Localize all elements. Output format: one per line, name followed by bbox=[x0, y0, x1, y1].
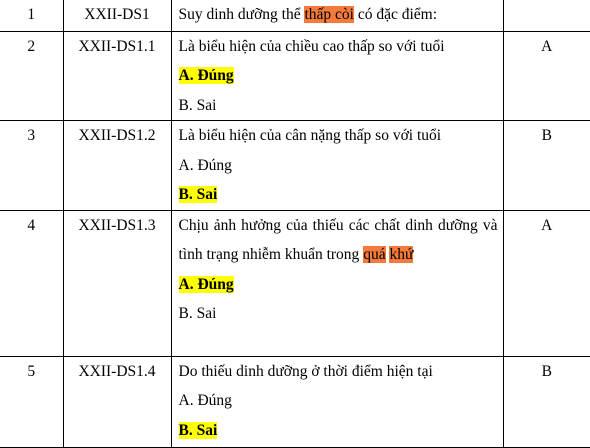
row-number: 5 bbox=[0, 355, 64, 448]
answer-key: A bbox=[502, 209, 590, 357]
option-b: B. Sai bbox=[178, 305, 217, 322]
row-number: 3 bbox=[0, 120, 64, 211]
table-row: 3 XXII-DS1.2 Là biểu hiện của cân nặng t… bbox=[0, 120, 590, 211]
question-statement: Do thiếu dinh dưỡng ở thời điểm hiện tại bbox=[178, 362, 433, 380]
option-a: A. Đúng bbox=[178, 61, 498, 91]
question-code: XXII-DS1.1 bbox=[62, 30, 172, 121]
option-a: A. Đúng bbox=[178, 270, 498, 300]
option-b: B. Sai bbox=[178, 96, 217, 114]
answer-key bbox=[502, 0, 590, 32]
table-row: 5 XXII-DS1.4 Do thiếu dinh dưỡng ở thời … bbox=[0, 355, 590, 448]
correct-option: B. Sai bbox=[178, 421, 218, 439]
question-statement: Chịu ảnh hưởng của thiếu các chất dinh d… bbox=[178, 216, 498, 263]
row-number: 4 bbox=[0, 209, 64, 357]
question-code: XXII-DS1.3 bbox=[62, 209, 172, 357]
row-number: 2 bbox=[0, 30, 64, 121]
highlighted-term: thấp còi bbox=[304, 6, 354, 23]
option-a: A. Đúng bbox=[178, 156, 232, 174]
option-b: B. Sai bbox=[178, 180, 498, 210]
answer-key: B bbox=[502, 120, 590, 211]
question-statement: Là biểu hiện của chiều cao thấp so với t… bbox=[178, 37, 445, 55]
correct-option: A. Đúng bbox=[178, 275, 234, 293]
highlighted-term: quá bbox=[363, 246, 386, 263]
answer-key: A bbox=[502, 30, 590, 121]
table-row: 2 XXII-DS1.1 Là biểu hiện của chiều cao … bbox=[0, 30, 590, 121]
option-a: A. Đúng bbox=[178, 392, 232, 409]
row-number: 1 bbox=[0, 0, 64, 32]
question-text: Chịu ảnh hưởng của thiếu các chất dinh d… bbox=[170, 209, 504, 357]
answer-key: B bbox=[502, 355, 590, 448]
question-text: Suy dinh dưỡng thể thấp còi có đặc điểm: bbox=[170, 0, 504, 32]
correct-option: B. Sai bbox=[178, 186, 218, 203]
question-text: Là biểu hiện của chiều cao thấp so với t… bbox=[170, 30, 504, 121]
highlighted-term: khứ bbox=[389, 246, 414, 263]
question-text: Do thiếu dinh dưỡng ở thời điểm hiện tại… bbox=[170, 355, 504, 448]
question-table: 1 XXII-DS1 Suy dinh dưỡng thể thấp còi c… bbox=[0, 0, 590, 448]
option-b: B. Sai bbox=[178, 416, 498, 446]
question-statement: Là biểu hiện của cân nặng thấp so với tu… bbox=[178, 127, 442, 144]
correct-option: A. Đúng bbox=[178, 67, 234, 84]
question-code: XXII-DS1 bbox=[62, 0, 172, 32]
table-row: 1 XXII-DS1 Suy dinh dưỡng thể thấp còi c… bbox=[0, 0, 590, 32]
question-code: XXII-DS1.4 bbox=[62, 355, 172, 448]
table-row: 4 XXII-DS1.3 Chịu ảnh hưởng của thiếu cá… bbox=[0, 209, 590, 357]
question-text: Là biểu hiện của cân nặng thấp so với tu… bbox=[170, 120, 504, 211]
question-code: XXII-DS1.2 bbox=[62, 120, 172, 211]
